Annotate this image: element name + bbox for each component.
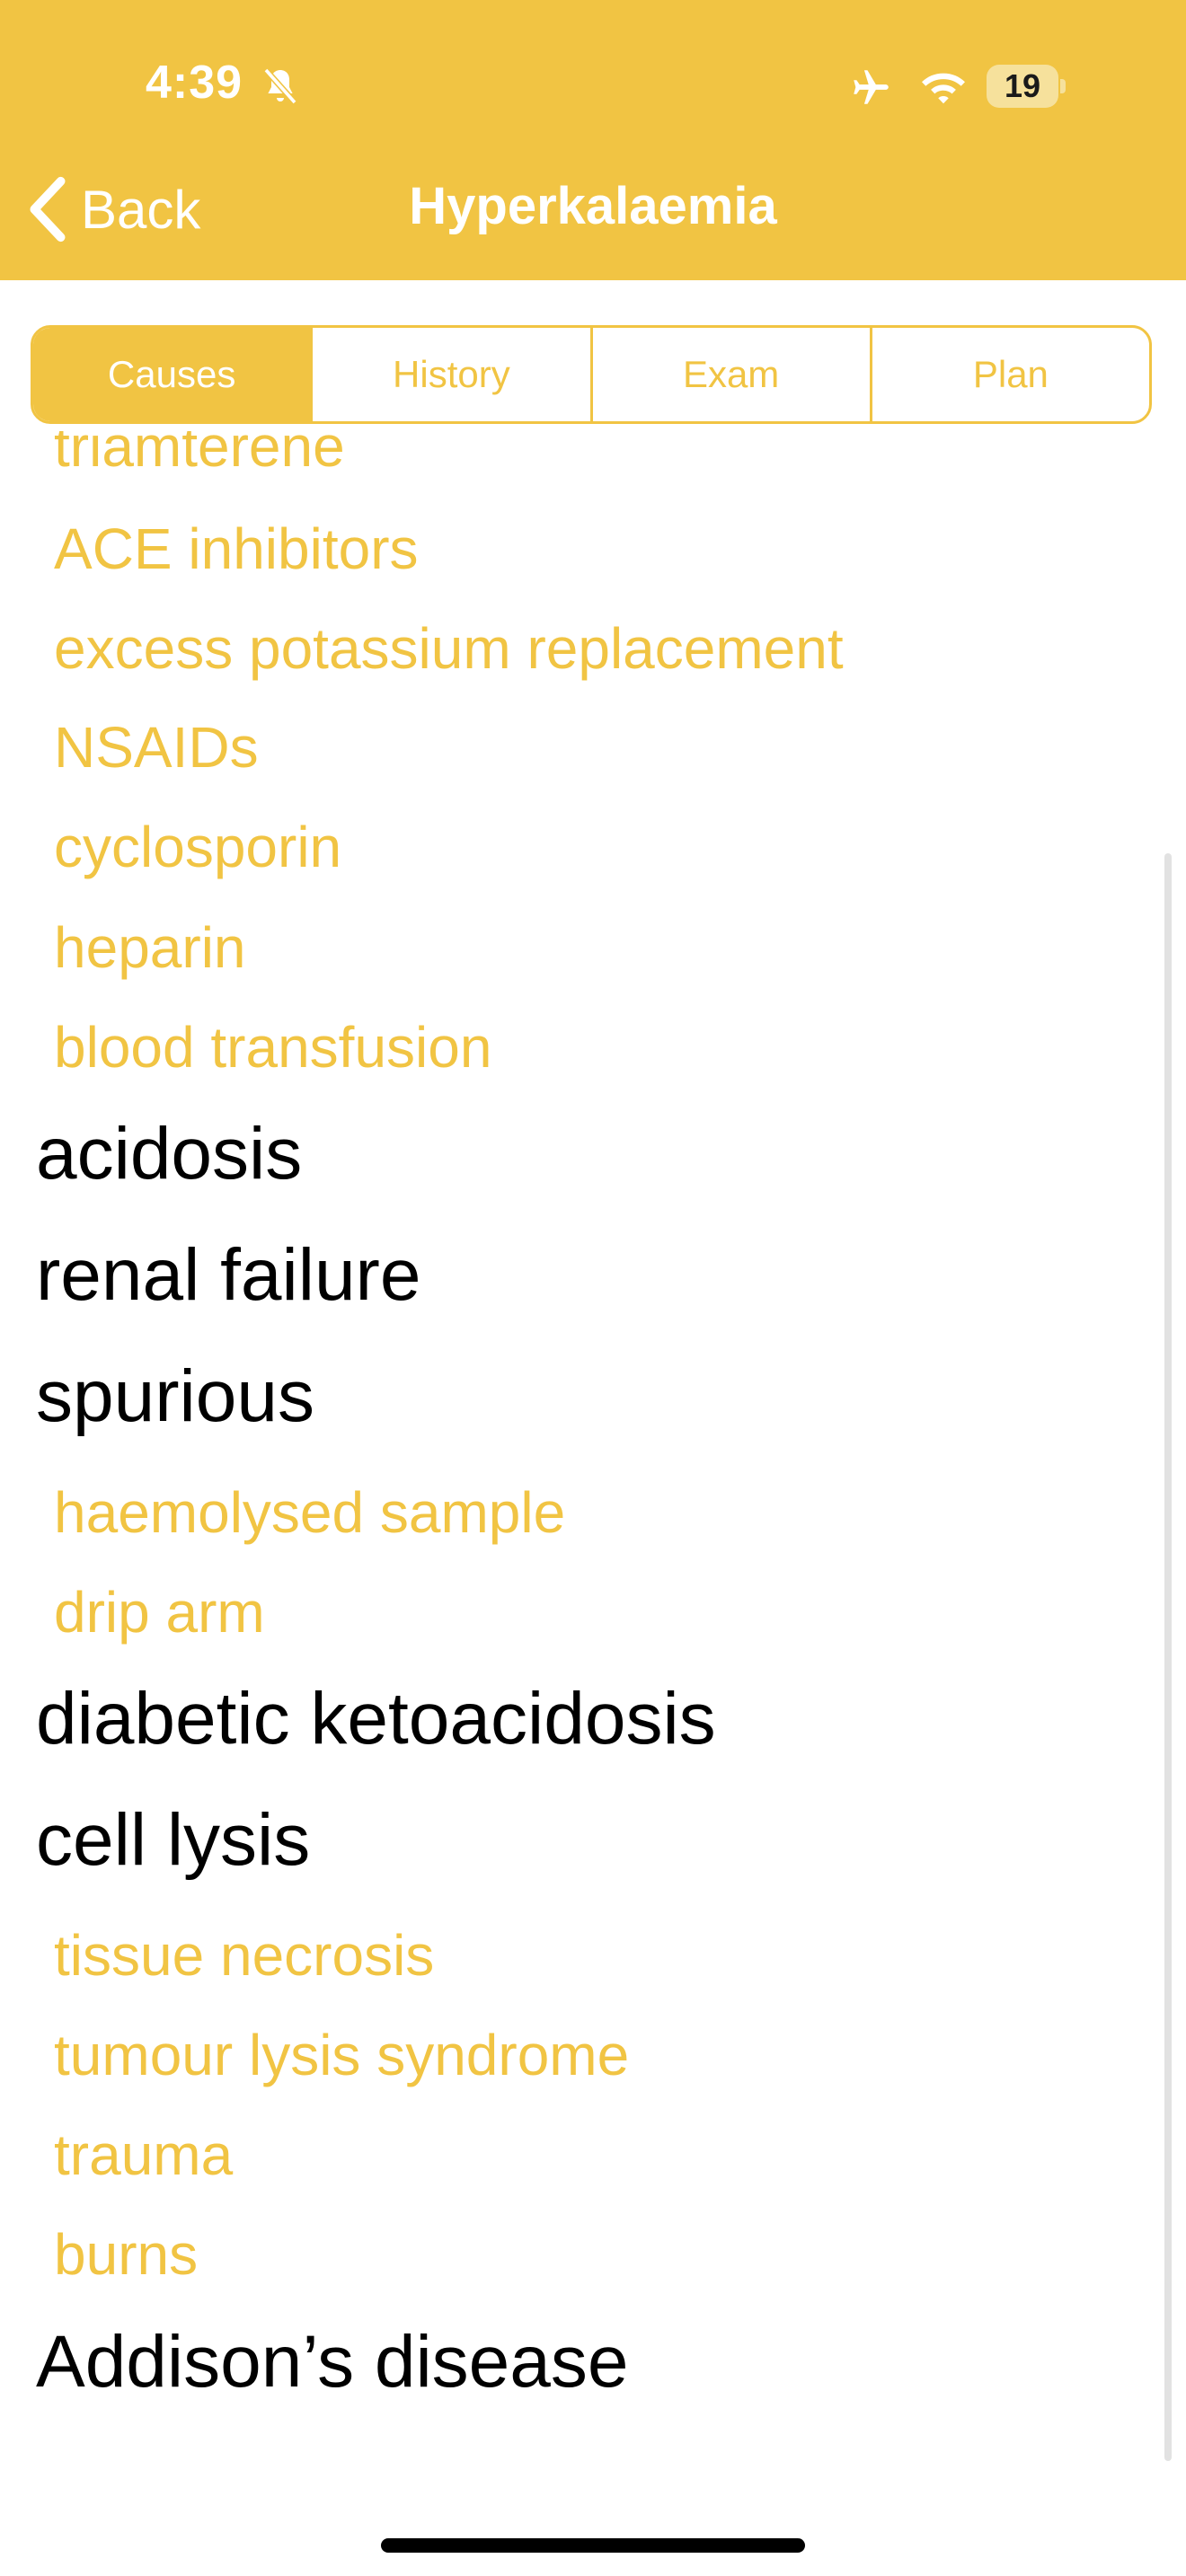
- battery-cap: [1060, 79, 1066, 93]
- bell-slash-icon: [263, 67, 297, 105]
- navigation-bar: 4:39 19 Back Hyperkalaemia: [0, 0, 1186, 280]
- battery-level: 19: [987, 65, 1058, 108]
- tab-plan[interactable]: Plan: [869, 328, 1149, 421]
- list-item: spurious: [36, 1355, 314, 1437]
- tab-history[interactable]: History: [310, 328, 589, 421]
- status-time: 4:39: [146, 57, 243, 109]
- battery-icon: 19: [987, 65, 1066, 108]
- list-item: excess potassium replacement: [54, 616, 844, 681]
- list-item: diabetic ketoacidosis: [36, 1678, 716, 1760]
- list-item: tumour lysis syndrome: [54, 2023, 630, 2087]
- list-item: haemolysed sample: [54, 1480, 566, 1545]
- list-item: ACE inhibitors: [54, 516, 419, 581]
- list-item: cyclosporin: [54, 815, 342, 879]
- list-item: trauma: [54, 2122, 234, 2187]
- list-item: NSAIDs: [54, 715, 259, 780]
- list-item: tissue necrosis: [54, 1923, 435, 1988]
- list-item: blood transfusion: [54, 1015, 492, 1080]
- list-item: acidosis: [36, 1113, 303, 1195]
- screen: triamterene ACE inhibitors excess potass…: [0, 0, 1186, 2576]
- list-item: Addison’s disease: [36, 2321, 629, 2403]
- page-title: Hyperkalaemia: [409, 177, 777, 235]
- list-item: drip arm: [54, 1580, 265, 1645]
- list-item: renal failure: [36, 1234, 421, 1316]
- segmented-control: Causes History Exam Plan: [31, 325, 1152, 424]
- tab-causes[interactable]: Causes: [33, 328, 311, 421]
- home-indicator[interactable]: [381, 2538, 805, 2553]
- list-item: burns: [54, 2222, 199, 2287]
- scrollbar[interactable]: [1164, 853, 1172, 2461]
- list-item: heparin: [54, 915, 246, 980]
- airplane-icon: [854, 70, 889, 104]
- wifi-icon: [922, 73, 965, 104]
- list-item: cell lysis: [36, 1799, 311, 1881]
- tab-exam[interactable]: Exam: [589, 328, 870, 421]
